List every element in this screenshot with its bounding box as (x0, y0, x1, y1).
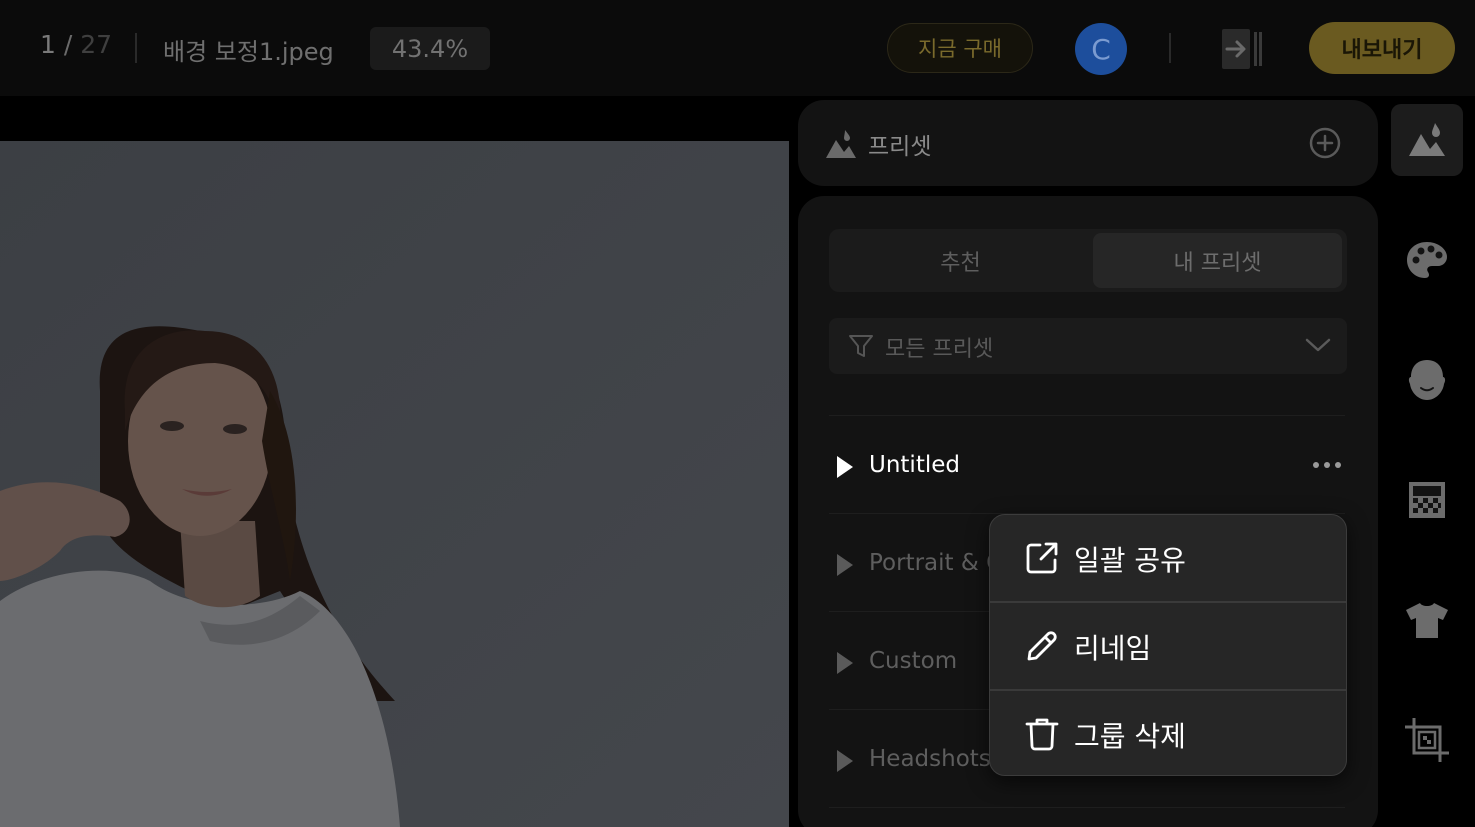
toolbar-clothing[interactable] (1391, 584, 1463, 656)
page-counter: 1 / 27 (40, 30, 112, 59)
group-name: Portrait & C (869, 550, 1003, 576)
group-name: Custom (869, 648, 958, 674)
divider (1169, 33, 1171, 63)
face-icon (1408, 360, 1446, 400)
tab-recommended[interactable]: 추천 (833, 233, 1088, 288)
toolbar-presets[interactable] (1391, 104, 1463, 176)
toolbar-background[interactable] (1391, 464, 1463, 536)
user-avatar[interactable]: C (1075, 23, 1127, 75)
add-preset-button[interactable] (1309, 127, 1341, 159)
toolbar-color[interactable] (1391, 224, 1463, 296)
preset-icon (826, 130, 856, 158)
group-context-menu: 일괄 공유 리네임 그룹 삭제 (989, 514, 1347, 776)
filter-value: 모든 프리셋 (885, 337, 994, 362)
expand-arrow-icon[interactable] (837, 456, 853, 478)
filter-icon (849, 335, 873, 357)
zoom-level[interactable]: 43.4% (370, 27, 490, 70)
toolbar-face[interactable] (1391, 344, 1463, 416)
collapse-panel-icon (1222, 29, 1262, 69)
preset-group-untitled[interactable]: Untitled (829, 418, 1345, 514)
menu-item-label: 일괄 공유 (1074, 544, 1186, 577)
background-icon (1409, 482, 1445, 518)
chevron-down-icon (1305, 338, 1331, 352)
divider (829, 807, 1345, 808)
group-name: Untitled (869, 452, 960, 478)
portrait-photo (0, 141, 789, 827)
menu-item-label: 리네임 (1074, 632, 1152, 665)
preset-tabs: 추천 내 프리셋 (829, 229, 1347, 292)
panel-title: 프리셋 (868, 134, 932, 160)
expand-arrow-icon[interactable] (837, 750, 853, 772)
trash-icon (1025, 718, 1059, 751)
menu-item-label: 그룹 삭제 (1074, 720, 1186, 753)
menu-item-delete-group[interactable]: 그룹 삭제 (990, 691, 1346, 775)
expand-arrow-icon[interactable] (837, 554, 853, 576)
toggle-panel-button[interactable] (1221, 28, 1263, 70)
menu-item-batch-share[interactable]: 일괄 공유 (990, 515, 1346, 601)
menu-item-rename[interactable]: 리네임 (990, 603, 1346, 689)
preset-filter-dropdown[interactable]: 모든 프리셋 (829, 318, 1347, 374)
palette-icon (1407, 242, 1447, 278)
buy-now-button[interactable]: 지금 구매 (887, 23, 1033, 73)
export-button[interactable]: 내보내기 (1309, 22, 1455, 74)
current-page: 1 (40, 30, 56, 59)
expand-arrow-icon[interactable] (837, 652, 853, 674)
preset-panel-header: 프리셋 (798, 100, 1378, 186)
top-bar: 1 / 27 배경 보정1.jpeg 43.4% 지금 구매 C 내보내기 (0, 0, 1475, 96)
group-name: Headshots (869, 746, 991, 772)
file-name: 배경 보정1.jpeg (163, 38, 334, 66)
more-options-button[interactable] (1313, 462, 1341, 468)
preset-icon (1409, 123, 1445, 156)
crop-icon (1405, 718, 1449, 762)
page-separator: / (55, 30, 81, 59)
divider (829, 415, 1345, 416)
pencil-icon (1027, 631, 1057, 661)
divider (135, 33, 137, 63)
tab-my-presets[interactable]: 내 프리셋 (1093, 233, 1342, 288)
image-canvas[interactable] (0, 141, 789, 827)
toolbar-crop[interactable] (1391, 704, 1463, 776)
total-pages: 27 (80, 30, 113, 59)
share-icon (1026, 542, 1058, 574)
shirt-icon (1406, 603, 1448, 638)
